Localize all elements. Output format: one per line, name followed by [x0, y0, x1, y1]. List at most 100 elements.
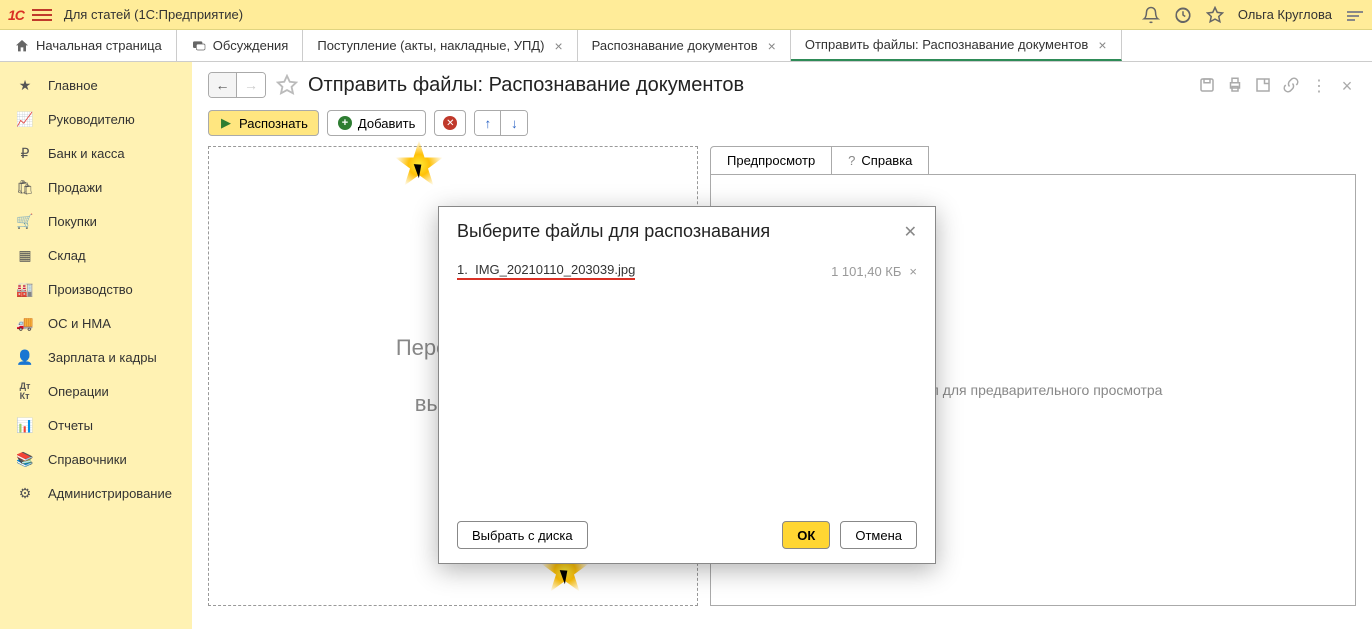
boxes-icon: ▦: [16, 246, 34, 264]
sidebar-item-bank[interactable]: ₽ Банк и касса: [0, 136, 192, 170]
forward-button[interactable]: →: [237, 73, 265, 97]
favorite-star-icon[interactable]: [276, 74, 298, 96]
nav-buttons: ← →: [208, 72, 266, 98]
preview-hint: файл для предварительного просмотра: [904, 382, 1163, 398]
sidebar-item-sales[interactable]: 🛍 Продажи: [0, 170, 192, 204]
hamburger-icon[interactable]: [32, 5, 52, 25]
chat-icon: [191, 38, 207, 54]
help-tab-label: Справка: [861, 153, 912, 168]
title-bar: 1C Для статей (1С:Предприятие) Ольга Кру…: [0, 0, 1372, 30]
star-icon[interactable]: [1206, 6, 1224, 24]
choose-disk-button[interactable]: Выбрать с диска: [457, 521, 588, 549]
sidebar-label: Отчеты: [48, 418, 93, 433]
sidebar-item-purchases[interactable]: 🛒 Покупки: [0, 204, 192, 238]
help-tab[interactable]: ? Справка: [832, 146, 929, 175]
ruble-icon: ₽: [16, 144, 34, 162]
cancel-label: Отмена: [855, 528, 902, 543]
more-icon[interactable]: ⋮: [1310, 76, 1328, 94]
sidebar-item-manager[interactable]: 📈Руководителю: [0, 102, 192, 136]
help-icon: ?: [848, 153, 855, 168]
file-dialog: Выберите файлы для распознавания ✕ 1. IM…: [438, 206, 936, 564]
sidebar-item-reports[interactable]: 📊Отчеты: [0, 408, 192, 442]
tab-home-label: Начальная страница: [36, 38, 162, 53]
truck-icon: 🚚: [16, 314, 34, 332]
sidebar-label: Зарплата и кадры: [48, 350, 157, 365]
add-label: Добавить: [358, 116, 415, 131]
delete-button[interactable]: ✕: [434, 110, 466, 136]
tab-receipt[interactable]: Поступление (акты, накладные, УПД) ×: [303, 30, 577, 61]
tab-recognition[interactable]: Распознавание документов ×: [578, 30, 791, 61]
add-button[interactable]: + Добавить: [327, 110, 426, 136]
tab-label: Отправить файлы: Распознавание документо…: [805, 37, 1088, 52]
close-icon[interactable]: ×: [1098, 37, 1106, 53]
ok-label: ОК: [797, 528, 815, 543]
move-up-button[interactable]: ↑: [475, 111, 501, 135]
bag-icon: 🛍: [16, 178, 34, 196]
sidebar-label: Руководителю: [48, 112, 135, 127]
sidebar-label: Производство: [48, 282, 133, 297]
toolbar: ▶ Распознать + Добавить ✕ ↑ ↓: [208, 110, 1356, 136]
print-icon[interactable]: [1226, 76, 1244, 94]
sidebar-label: Продажи: [48, 180, 102, 195]
close-icon[interactable]: ×: [554, 38, 562, 54]
sidebar-item-hr[interactable]: 👤 Зарплата и кадры: [0, 340, 192, 374]
tab-label: Распознавание документов: [592, 38, 758, 53]
book-icon: 📚: [16, 450, 34, 468]
history-icon[interactable]: [1174, 6, 1192, 24]
tabs-bar: Начальная страница Обсуждения Поступлени…: [0, 30, 1372, 62]
tab-label: Поступление (акты, накладные, УПД): [317, 38, 544, 53]
sidebar-label: ОС и НМА: [48, 316, 111, 331]
gear-icon: ⚙: [16, 484, 34, 502]
ok-button[interactable]: ОК: [782, 521, 830, 549]
move-arrows: ↑ ↓: [474, 110, 528, 136]
window-icon[interactable]: [1254, 76, 1272, 94]
page-title: Отправить файлы: Распознавание документо…: [308, 74, 744, 97]
sidebar-label: Операции: [48, 384, 109, 399]
sidebar-label: Банк и касса: [48, 146, 125, 161]
tab-send-files[interactable]: Отправить файлы: Распознавание документо…: [791, 30, 1122, 61]
sidebar-item-warehouse[interactable]: ▦ Склад: [0, 238, 192, 272]
plus-icon: +: [338, 116, 352, 130]
sidebar-label: Справочники: [48, 452, 127, 467]
user-name[interactable]: Ольга Круглова: [1238, 7, 1332, 22]
sidebar-label: Администрирование: [48, 486, 172, 501]
recognize-label: Распознать: [239, 116, 308, 131]
sidebar-item-assets[interactable]: 🚚 ОС и НМА: [0, 306, 192, 340]
choose-disk-label: Выбрать с диска: [472, 528, 573, 543]
bell-icon[interactable]: [1142, 6, 1160, 24]
factory-icon: 🏭: [16, 280, 34, 298]
sidebar-item-production[interactable]: 🏭 Производство: [0, 272, 192, 306]
home-icon: [14, 38, 30, 54]
sidebar-label: Покупки: [48, 214, 97, 229]
tab-home[interactable]: Начальная страница: [0, 30, 177, 61]
sidebar-item-admin[interactable]: ⚙ Администрирование: [0, 476, 192, 510]
sidebar-label: Склад: [48, 248, 86, 263]
sidebar-item-operations[interactable]: ДтКтОперации: [0, 374, 192, 408]
tab-discussions[interactable]: Обсуждения: [177, 30, 304, 61]
recognize-button[interactable]: ▶ Распознать: [208, 110, 319, 136]
cart-icon: 🛒: [16, 212, 34, 230]
save-icon[interactable]: [1198, 76, 1216, 94]
play-icon: ▶: [219, 116, 233, 130]
menu-lines-icon[interactable]: [1346, 6, 1364, 24]
file-row[interactable]: 1. IMG_20210110_203039.jpg 1 101,40 КБ ×: [457, 258, 917, 284]
move-down-button[interactable]: ↓: [501, 111, 527, 135]
preview-tab[interactable]: Предпросмотр: [710, 146, 832, 175]
back-button[interactable]: ←: [209, 73, 237, 97]
dialog-close-icon[interactable]: ✕: [904, 222, 917, 242]
link-icon[interactable]: [1282, 76, 1300, 94]
sidebar-label: Главное: [48, 78, 98, 93]
sidebar-item-main[interactable]: ★ Главное: [0, 68, 192, 102]
close-icon[interactable]: ×: [768, 38, 776, 54]
app-title: Для статей (1С:Предприятие): [64, 7, 243, 22]
close-page-icon[interactable]: ×: [1338, 76, 1356, 94]
file-size: 1 101,40 КБ: [831, 264, 901, 279]
file-remove-icon[interactable]: ×: [909, 264, 917, 279]
logo-1c: 1C: [8, 7, 24, 23]
person-icon: 👤: [16, 348, 34, 366]
star-filled-icon: ★: [16, 76, 34, 94]
preview-tab-label: Предпросмотр: [727, 153, 815, 168]
x-circle-icon: ✕: [443, 116, 457, 130]
sidebar-item-references[interactable]: 📚 Справочники: [0, 442, 192, 476]
cancel-button[interactable]: Отмена: [840, 521, 917, 549]
